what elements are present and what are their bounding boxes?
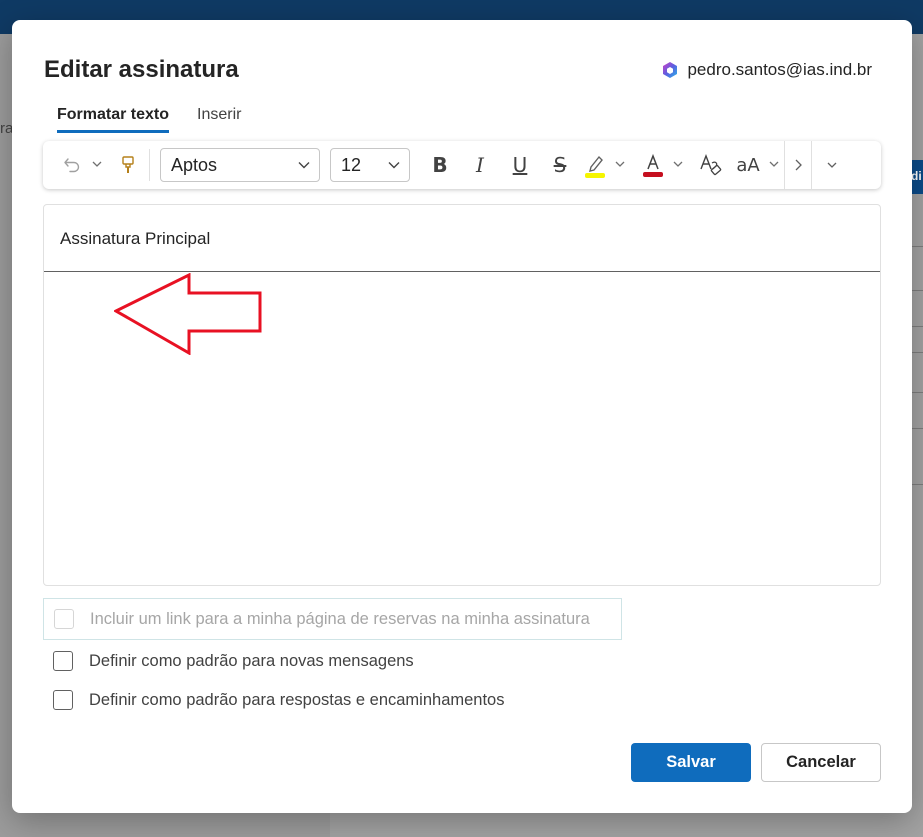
font-family-value: Aptos — [171, 154, 218, 175]
dialog-title: Editar assinatura — [44, 56, 239, 83]
font-color-dropdown-chevron-icon[interactable] — [672, 158, 684, 173]
booking-link-label: Incluir um link para a minha página de r… — [90, 609, 590, 628]
format-painter-icon[interactable] — [113, 150, 143, 180]
chevron-right-icon — [795, 159, 802, 171]
tab-list: Formatar texto Inserir — [57, 106, 241, 133]
tab-format-text[interactable]: Formatar texto — [57, 106, 170, 133]
cancel-button[interactable]: Cancelar — [761, 743, 881, 782]
undo-icon[interactable] — [57, 150, 87, 180]
italic-icon[interactable]: I — [460, 150, 500, 180]
change-case-icon[interactable]: aA — [732, 150, 764, 180]
booking-link-option: Incluir um link para a minha página de r… — [43, 598, 622, 640]
background-side-button: di — [911, 160, 923, 194]
booking-link-checkbox — [54, 609, 74, 629]
formatting-toolbar: Aptos 12 B I U S aA — [43, 141, 881, 189]
strikethrough-icon[interactable]: S — [540, 150, 580, 180]
account-email: pedro.santos@ias.ind.br — [687, 60, 872, 79]
default-new-messages-option[interactable]: Definir como padrão para novas mensagens — [53, 651, 414, 671]
default-replies-checkbox[interactable] — [53, 690, 73, 710]
more-options-button[interactable] — [784, 141, 812, 189]
undo-dropdown-chevron-icon[interactable] — [91, 158, 103, 173]
bold-icon[interactable]: B — [420, 150, 460, 180]
font-family-select[interactable]: Aptos — [160, 148, 320, 182]
account-indicator: pedro.santos@ias.ind.br — [661, 60, 872, 80]
signature-name-input[interactable]: Assinatura Principal — [44, 205, 880, 272]
highlight-dropdown-chevron-icon[interactable] — [614, 158, 626, 173]
default-new-messages-label: Definir como padrão para novas mensagens — [89, 651, 414, 670]
clear-formatting-icon[interactable] — [694, 150, 728, 180]
change-case-dropdown-chevron-icon[interactable] — [768, 158, 780, 173]
tab-insert[interactable]: Inserir — [197, 106, 241, 133]
microsoft-365-icon — [663, 62, 678, 78]
chevron-down-icon — [298, 162, 310, 169]
default-new-messages-checkbox[interactable] — [53, 651, 73, 671]
annotation-arrow-icon — [114, 273, 262, 355]
edit-signature-dialog: Editar assinatura pedro.santos@ias.ind.b… — [12, 20, 912, 813]
default-replies-label: Definir como padrão para respostas e enc… — [89, 690, 505, 709]
toolbar-overflow-button[interactable] — [812, 141, 852, 189]
underline-icon[interactable]: U — [500, 150, 540, 180]
font-size-value: 12 — [341, 154, 362, 175]
toolbar-separator — [149, 149, 150, 181]
chevron-down-icon — [827, 162, 837, 168]
font-size-select[interactable]: 12 — [330, 148, 410, 182]
highlight-icon[interactable] — [580, 150, 610, 180]
signature-editor: Assinatura Principal — [43, 204, 881, 586]
default-replies-option[interactable]: Definir como padrão para respostas e enc… — [53, 690, 504, 710]
font-color-icon[interactable] — [638, 150, 668, 180]
save-button[interactable]: Salvar — [631, 743, 751, 782]
chevron-down-icon — [388, 162, 400, 169]
